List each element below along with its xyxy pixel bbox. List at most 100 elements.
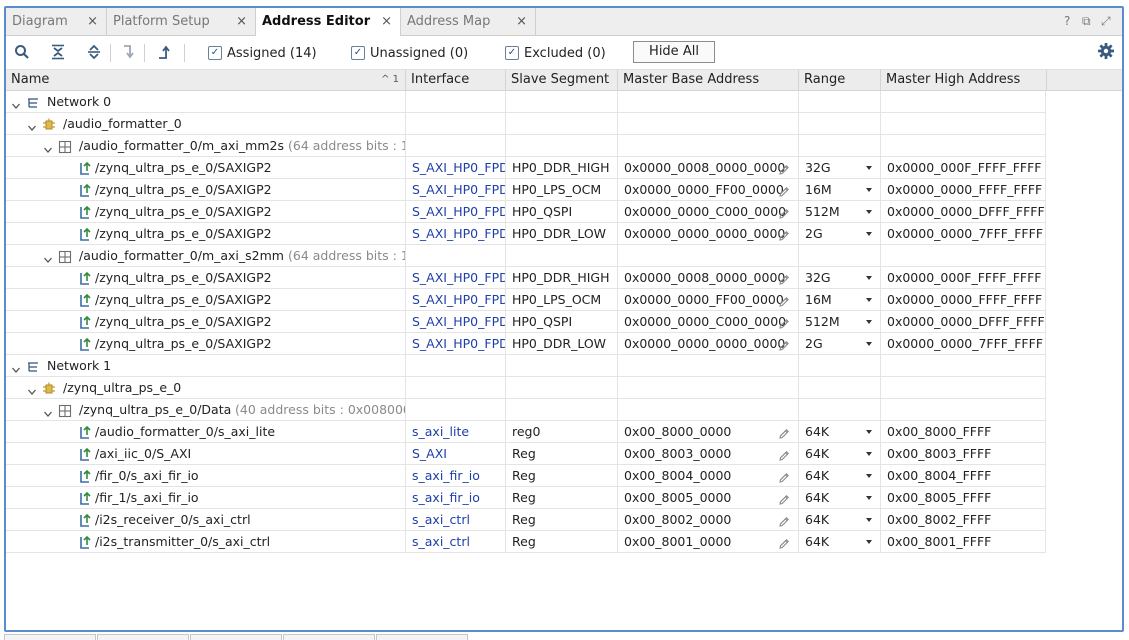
pencil-icon[interactable] bbox=[778, 271, 790, 285]
dropdown-arrow-icon[interactable] bbox=[866, 474, 872, 478]
dropdown-arrow-icon[interactable] bbox=[866, 320, 872, 324]
tree-node-master[interactable]: /audio_formatter_0 bbox=[6, 113, 1046, 135]
assigned-checkbox[interactable]: ✓ Assigned (14) bbox=[208, 44, 317, 62]
bottom-tab[interactable] bbox=[4, 634, 96, 640]
range-dropdown[interactable]: 64K bbox=[799, 465, 881, 486]
range-dropdown[interactable]: 32G bbox=[799, 157, 881, 178]
column-master-base-address[interactable]: Master Base Address bbox=[618, 70, 799, 90]
range-dropdown[interactable]: 2G bbox=[799, 223, 881, 244]
table-row[interactable]: /i2s_transmitter_0/s_axi_ctrl s_axi_ctrl R… bbox=[6, 531, 1046, 553]
gear-icon[interactable] bbox=[1097, 42, 1117, 62]
column-slave-segment[interactable]: Slave Segment bbox=[506, 70, 618, 90]
chevron-down-icon[interactable] bbox=[43, 250, 53, 263]
dropdown-arrow-icon[interactable] bbox=[866, 210, 872, 214]
range-dropdown[interactable]: 32G bbox=[799, 267, 881, 288]
master-base-address-cell[interactable]: 0x00_8004_0000 bbox=[618, 465, 799, 486]
range-dropdown[interactable]: 16M bbox=[799, 289, 881, 310]
unassigned-checkbox[interactable]: ✓ Unassigned (0) bbox=[351, 44, 468, 62]
master-base-address-cell[interactable]: 0x0000_0000_FF00_0000 bbox=[618, 289, 799, 310]
pencil-icon[interactable] bbox=[778, 293, 790, 307]
master-base-address-cell[interactable]: 0x0000_0008_0000_0000 bbox=[618, 157, 799, 178]
tree-node-space[interactable]: /audio_formatter_0/m_axi_mm2s (64 address… bbox=[6, 135, 1046, 157]
bottom-tab[interactable] bbox=[97, 634, 189, 640]
tab-address-editor[interactable]: Address Editor × bbox=[256, 8, 401, 36]
table-row[interactable]: /zynq_ultra_ps_e_0/SAXIGP2 S_AXI_HP0_FPD H… bbox=[6, 267, 1046, 289]
close-icon[interactable]: × bbox=[236, 8, 247, 35]
pencil-icon[interactable] bbox=[778, 535, 790, 549]
column-interface[interactable]: Interface bbox=[406, 70, 506, 90]
range-dropdown[interactable]: 512M bbox=[799, 311, 881, 332]
chevron-down-icon[interactable] bbox=[11, 360, 21, 373]
pencil-icon[interactable] bbox=[778, 513, 790, 527]
range-dropdown[interactable]: 16M bbox=[799, 179, 881, 200]
table-row[interactable]: /zynq_ultra_ps_e_0/SAXIGP2 S_AXI_HP0_FPD H… bbox=[6, 223, 1046, 245]
chevron-down-icon[interactable] bbox=[27, 382, 37, 395]
table-row[interactable]: /axi_iic_0/S_AXI S_AXI Reg 0x00_8003_0000 64… bbox=[6, 443, 1046, 465]
range-dropdown[interactable]: 64K bbox=[799, 531, 881, 552]
master-base-address-cell[interactable]: 0x00_8005_0000 bbox=[618, 487, 799, 508]
range-dropdown[interactable]: 512M bbox=[799, 201, 881, 222]
chevron-down-icon[interactable] bbox=[43, 140, 53, 153]
excluded-checkbox[interactable]: ✓ Excluded (0) bbox=[505, 44, 606, 62]
table-row[interactable]: /zynq_ultra_ps_e_0/SAXIGP2 S_AXI_HP0_FPD H… bbox=[6, 157, 1046, 179]
maximize-icon[interactable]: ⤢ bbox=[1101, 8, 1111, 35]
dropdown-arrow-icon[interactable] bbox=[866, 276, 872, 280]
pencil-icon[interactable] bbox=[778, 205, 790, 219]
table-row[interactable]: /zynq_ultra_ps_e_0/SAXIGP2 S_AXI_HP0_FPD H… bbox=[6, 311, 1046, 333]
close-icon[interactable]: × bbox=[87, 8, 98, 35]
range-dropdown[interactable]: 64K bbox=[799, 421, 881, 442]
collapse-all-icon[interactable] bbox=[46, 40, 70, 64]
pencil-icon[interactable] bbox=[778, 447, 790, 461]
pencil-icon[interactable] bbox=[778, 227, 790, 241]
step-down-icon[interactable] bbox=[116, 40, 140, 64]
pencil-icon[interactable] bbox=[778, 469, 790, 483]
pencil-icon[interactable] bbox=[778, 161, 790, 175]
chevron-down-icon[interactable] bbox=[43, 404, 53, 417]
range-dropdown[interactable]: 64K bbox=[799, 509, 881, 530]
close-icon[interactable]: × bbox=[516, 8, 527, 35]
range-dropdown[interactable]: 64K bbox=[799, 487, 881, 508]
table-row[interactable]: /zynq_ultra_ps_e_0/SAXIGP2 S_AXI_HP0_FPD H… bbox=[6, 289, 1046, 311]
column-master-high-address[interactable]: Master High Address bbox=[881, 70, 1047, 90]
pencil-icon[interactable] bbox=[778, 183, 790, 197]
close-icon[interactable]: × bbox=[381, 8, 392, 35]
step-up-icon[interactable] bbox=[152, 40, 176, 64]
tab-diagram[interactable]: Diagram × bbox=[6, 8, 107, 35]
tab-address-map[interactable]: Address Map × bbox=[401, 8, 536, 35]
bottom-tab[interactable] bbox=[283, 634, 375, 640]
table-row[interactable]: /zynq_ultra_ps_e_0/SAXIGP2 S_AXI_HP0_FPD H… bbox=[6, 179, 1046, 201]
tree-node-space[interactable]: /audio_formatter_0/m_axi_s2mm (64 address… bbox=[6, 245, 1046, 267]
master-base-address-cell[interactable]: 0x00_8000_0000 bbox=[618, 421, 799, 442]
table-row[interactable]: /zynq_ultra_ps_e_0/SAXIGP2 S_AXI_HP0_FPD H… bbox=[6, 201, 1046, 223]
master-base-address-cell[interactable]: 0x0000_0000_C000_0000 bbox=[618, 201, 799, 222]
column-name[interactable]: Name ^ 1 bbox=[6, 70, 406, 90]
master-base-address-cell[interactable]: 0x0000_0000_C000_0000 bbox=[618, 311, 799, 332]
master-base-address-cell[interactable]: 0x00_8003_0000 bbox=[618, 443, 799, 464]
dropdown-arrow-icon[interactable] bbox=[866, 452, 872, 456]
tab-platform-setup[interactable]: Platform Setup × bbox=[107, 8, 256, 35]
chevron-down-icon[interactable] bbox=[27, 118, 37, 131]
dropdown-arrow-icon[interactable] bbox=[866, 540, 872, 544]
pencil-icon[interactable] bbox=[778, 337, 790, 351]
range-dropdown[interactable]: 64K bbox=[799, 443, 881, 464]
restore-icon[interactable]: ⧉ bbox=[1082, 8, 1091, 35]
master-base-address-cell[interactable]: 0x0000_0008_0000_0000 bbox=[618, 267, 799, 288]
dropdown-arrow-icon[interactable] bbox=[866, 496, 872, 500]
dropdown-arrow-icon[interactable] bbox=[866, 518, 872, 522]
master-base-address-cell[interactable]: 0x00_8002_0000 bbox=[618, 509, 799, 530]
tree-node-space[interactable]: /zynq_ultra_ps_e_0/Data (40 address bits … bbox=[6, 399, 1046, 421]
master-base-address-cell[interactable]: 0x0000_0000_0000_0000 bbox=[618, 223, 799, 244]
bottom-tab[interactable] bbox=[190, 634, 282, 640]
tree-node-network[interactable]: Network 0 bbox=[6, 91, 1046, 113]
dropdown-arrow-icon[interactable] bbox=[866, 298, 872, 302]
dropdown-arrow-icon[interactable] bbox=[866, 188, 872, 192]
chevron-down-icon[interactable] bbox=[11, 96, 21, 109]
bottom-tab[interactable] bbox=[376, 634, 468, 640]
table-row[interactable]: /i2s_receiver_0/s_axi_ctrl s_axi_ctrl Reg 0… bbox=[6, 509, 1046, 531]
dropdown-arrow-icon[interactable] bbox=[866, 430, 872, 434]
hide-all-button[interactable]: Hide All bbox=[633, 41, 715, 63]
expand-all-icon[interactable] bbox=[82, 40, 106, 64]
range-dropdown[interactable]: 2G bbox=[799, 333, 881, 354]
table-row[interactable]: /fir_1/s_axi_fir_io s_axi_fir_io Reg 0x00_8… bbox=[6, 487, 1046, 509]
master-base-address-cell[interactable]: 0x0000_0000_FF00_0000 bbox=[618, 179, 799, 200]
